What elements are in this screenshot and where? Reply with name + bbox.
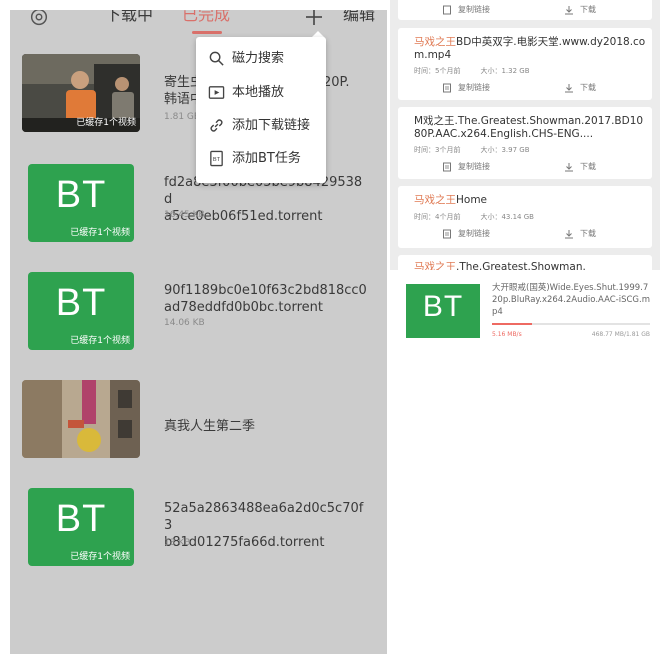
download-speed: 5.16 MB/s [492, 331, 522, 338]
result-meta: 时间：4个月前 大小：43.14 GB [414, 212, 554, 222]
bt-thumbnail: BT 已缓存1个视频 [28, 488, 134, 566]
bt-label: BT [55, 282, 107, 324]
result-card[interactable]: 马戏之王Home 时间：4个月前 大小：43.14 GB 复制链接 下载 [398, 186, 652, 248]
copy-icon [443, 5, 451, 14]
result-size: 大小：1.32 GB [480, 67, 530, 75]
item-title: 52a5a2863488ea6a2d0c5c70f3 b81d01275fa66… [164, 500, 369, 551]
download-icon [565, 229, 573, 238]
edit-button[interactable]: 编辑 [343, 10, 375, 26]
cache-badge: 已缓存1个视频 [76, 118, 136, 128]
tab-completed[interactable]: 已完成 [182, 10, 230, 26]
copy-link-button[interactable]: 复制链接 [442, 228, 490, 239]
menu-item-magnet-search[interactable]: 磁力搜索 [196, 43, 326, 76]
folder-play-icon [208, 86, 225, 99]
svg-text:BT: BT [213, 157, 221, 163]
result-card[interactable]: 马戏之王BD中英双字.电影天堂.www.dy2018.com.mp4 时间：5个… [398, 28, 652, 100]
menu-item-label: 磁力搜索 [232, 51, 285, 66]
active-download-item[interactable]: BT 大开眼戒(国英)Wide.Eyes.Shut.1999.720p.BluR… [390, 270, 660, 350]
item-title-line1: 52a5a2863488ea6a2d0c5c70f3 [164, 501, 364, 533]
cache-badge: 已缓存1个视频 [70, 336, 130, 346]
copy-icon [443, 229, 451, 238]
item-title-line2: ad78eddfd0b0bc.torrent [164, 300, 323, 315]
download-button[interactable]: 下载 [564, 228, 596, 239]
card-actions: 复制链接 下载 [398, 228, 652, 244]
link-icon [210, 119, 223, 132]
download-icon [565, 5, 573, 14]
add-task-popup-menu: 磁力搜索 本地播放 添加下载链接 BT 添加BT任务 [196, 37, 326, 183]
download-progress-fill [492, 323, 532, 325]
street-scene-image [22, 380, 140, 458]
cache-badge: 已缓存1个视频 [70, 552, 130, 562]
list-item[interactable]: BT 已缓存1个视频 90f1189bc0e10f63c2bd818cc0 ad… [10, 270, 387, 378]
download-button[interactable]: 下载 [564, 82, 596, 93]
result-size: 大小：43.14 GB [480, 213, 534, 221]
menu-item-local-play[interactable]: 本地播放 [196, 77, 326, 110]
result-meta: 时间：3个月前 大小：3.97 GB [414, 145, 550, 155]
download-amount: 468.77 MB/1.81 GB [591, 331, 650, 338]
result-time: 时间：4个月前 [414, 213, 461, 221]
item-title: 90f1189bc0e10f63c2bd818cc0 ad78eddfd0b0b… [164, 282, 369, 316]
result-card[interactable]: M戏之王.The.Greatest.Showman.2017.BD1080P.A… [398, 107, 652, 179]
top-bar: 下载中 已完成 编辑 [10, 10, 387, 36]
bt-thumbnail: BT [406, 284, 480, 338]
image-thumbnail [22, 380, 140, 458]
item-title: 真我人生第二季 [164, 418, 369, 435]
copy-icon [443, 162, 451, 171]
result-title: 马戏之王BD中英双字.电影天堂.www.dy2018.com.mp4 [414, 36, 646, 61]
gear-icon[interactable] [28, 10, 50, 28]
bt-thumbnail: BT 已缓存1个视频 [28, 164, 134, 242]
download-icon [565, 162, 573, 171]
download-title: 大开眼戒(国英)Wide.Eyes.Shut.1999.720p.BluRay.… [492, 283, 650, 317]
item-title-line1: 真我人生第二季 [164, 419, 256, 434]
menu-item-add-link[interactable]: 添加下载链接 [196, 110, 326, 143]
card-actions: 复制链接 下载 [398, 82, 652, 98]
copy-link-button[interactable]: 复制链接 [442, 82, 490, 93]
list-item[interactable]: 真我人生第二季 [10, 374, 387, 482]
result-meta: 时间：5个月前 大小：1.32 GB [414, 66, 550, 76]
result-size: 大小：3.97 GB [480, 146, 530, 154]
menu-item-add-bt-task[interactable]: BT 添加BT任务 [196, 143, 326, 176]
search-icon [209, 51, 224, 66]
cache-badge: 已缓存1个视频 [70, 228, 130, 238]
download-icon [565, 83, 573, 92]
item-size: 13 KB [164, 538, 191, 548]
magnet-results-list: 复制链接 下载 马戏之王BD中英双字.电影天堂.www.dy2018.com.m… [390, 0, 660, 270]
copy-link-button[interactable]: 复制链接 [442, 161, 490, 172]
result-time: 时间：5个月前 [414, 67, 461, 75]
plus-icon[interactable] [304, 10, 324, 27]
bt-label: BT [422, 290, 464, 323]
tab-active-indicator [192, 31, 222, 34]
result-title: 马戏之王.The.Greatest.Showman. [414, 261, 586, 270]
card-actions: 复制链接 下载 [398, 161, 652, 177]
search-results-screen: 复制链接 下载 马戏之王BD中英双字.电影天堂.www.dy2018.com.m… [390, 0, 660, 360]
item-size: 1.81 GB [164, 112, 201, 122]
result-title: 马戏之王Home [414, 194, 488, 206]
bt-label: BT [55, 498, 107, 540]
result-time: 时间：3个月前 [414, 146, 461, 154]
menu-item-label: 本地播放 [232, 85, 285, 100]
item-size: 16.45 KB [164, 210, 205, 220]
item-title-line1-tail: 20P. [323, 75, 350, 90]
item-size: 14.06 KB [164, 318, 205, 328]
copy-icon [443, 83, 451, 92]
download-button[interactable]: 下载 [564, 4, 596, 15]
bt-file-icon: BT [210, 150, 223, 167]
menu-item-label: 添加下载链接 [232, 118, 311, 133]
tab-downloading[interactable]: 下载中 [105, 10, 153, 26]
bt-label: BT [55, 174, 107, 216]
list-item[interactable]: BT 已缓存1个视频 52a5a2863488ea6a2d0c5c70f3 b8… [10, 486, 387, 594]
download-progress-bar [492, 323, 650, 325]
card-actions: 复制链接 下载 [398, 4, 652, 20]
result-card[interactable]: 复制链接 下载 [398, 0, 652, 20]
video-thumbnail: 已缓存1个视频 [22, 54, 140, 132]
copy-link-button[interactable]: 复制链接 [442, 4, 490, 15]
item-title-line2: b81d01275fa66d.torrent [164, 535, 325, 550]
bt-thumbnail: BT 已缓存1个视频 [28, 272, 134, 350]
result-title: M戏之王.The.Greatest.Showman.2017.BD1080P.A… [414, 115, 644, 140]
download-button[interactable]: 下载 [564, 161, 596, 172]
item-title-line1: 90f1189bc0e10f63c2bd818cc0 [164, 283, 367, 298]
menu-item-label: 添加BT任务 [232, 151, 301, 166]
result-card[interactable]: 马戏之王.The.Greatest.Showman. [398, 255, 652, 270]
completed-downloads-screen: 下载中 已完成 编辑 已缓存1个视频 寄生虫 20P. 韩语中 1.81 GB … [10, 10, 387, 654]
